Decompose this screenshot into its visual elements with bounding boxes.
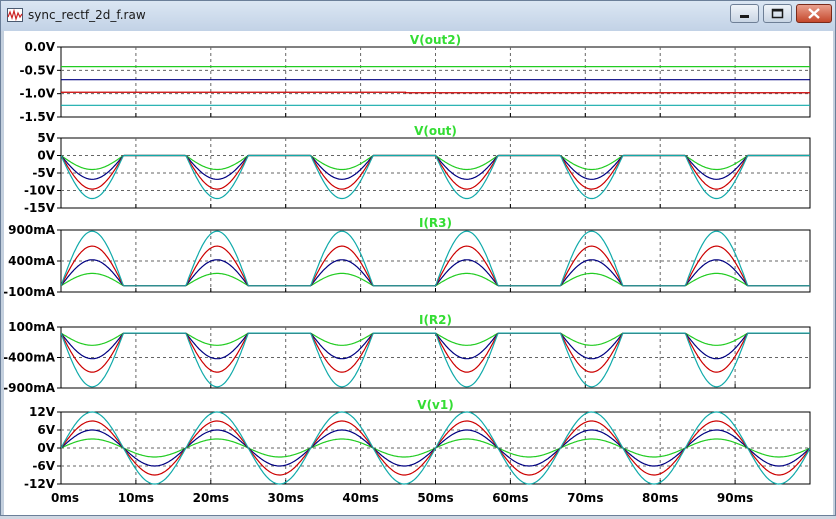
y-tick-label: -1.5V <box>19 110 55 124</box>
minimize-button[interactable] <box>730 4 759 23</box>
y-tick-label: 100mA <box>8 320 56 334</box>
x-tick-label: 50ms <box>417 491 453 505</box>
plot-area[interactable]: 0.0V -0.5V -1.0V -1.5V V(out2) 5V 0V -5V -10V -15… <box>4 31 833 515</box>
y-tick-label: 5V <box>37 131 55 145</box>
x-tick-label: 40ms <box>342 491 378 505</box>
window-title: sync_rectf_2d_f.raw <box>28 8 146 22</box>
y-tick-label: -15V <box>24 201 56 215</box>
maximize-icon <box>764 5 791 22</box>
x-tick-label: 20ms <box>193 491 229 505</box>
y-tick-label: 12V <box>29 405 56 419</box>
close-icon <box>797 5 831 22</box>
plot-title: I(R3) <box>419 216 452 230</box>
x-tick-label: 0ms <box>51 491 79 505</box>
plot-title: V(v1) <box>417 398 453 412</box>
y-tick-label: -900mA <box>4 381 56 395</box>
y-tick-label: -400mA <box>4 351 56 365</box>
y-tick-label: 0.0V <box>24 40 55 54</box>
y-tick-label: -10V <box>24 184 56 198</box>
x-tick-label: 60ms <box>492 491 528 505</box>
y-tick-label: 0V <box>37 441 55 455</box>
minimize-icon <box>731 5 758 22</box>
plot-title: V(out) <box>414 124 457 138</box>
title-bar[interactable]: sync_rectf_2d_f.raw <box>1 1 835 31</box>
y-tick-label: 400mA <box>8 254 56 268</box>
y-tick-label: -12V <box>24 477 56 491</box>
waveform-plots[interactable]: 0.0V -0.5V -1.0V -1.5V V(out2) 5V 0V -5V -10V -15… <box>4 31 833 515</box>
y-tick-label: -6V <box>32 459 55 473</box>
x-tick-label: 30ms <box>268 491 304 505</box>
y-tick-label: -1.0V <box>19 87 55 101</box>
x-tick-label: 10ms <box>118 491 154 505</box>
y-tick-label: 6V <box>37 423 55 437</box>
waveform-icon <box>7 8 23 22</box>
y-tick-label: 900mA <box>8 223 56 237</box>
y-tick-label: -100mA <box>4 285 56 299</box>
waveform-viewer-window: sync_rectf_2d_f.raw 0.0V -0.5V -1.0V -1.5V V… <box>0 0 836 516</box>
plot-frame <box>61 47 810 117</box>
plot-title: I(R2) <box>419 313 452 327</box>
x-tick-label: 90ms <box>717 491 753 505</box>
close-button[interactable] <box>796 4 832 23</box>
y-tick-label: -5V <box>32 166 55 180</box>
maximize-button[interactable] <box>763 4 792 23</box>
y-tick-label: 0V <box>37 149 55 163</box>
x-tick-label: 80ms <box>642 491 678 505</box>
plot-title: V(out2) <box>410 33 461 47</box>
y-tick-label: -0.5V <box>19 63 55 77</box>
x-tick-label: 70ms <box>567 491 603 505</box>
